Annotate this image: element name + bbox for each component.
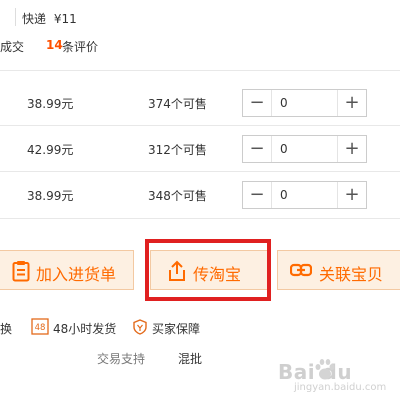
sku-row: 38.99元 348个可售 − + [0,172,400,218]
add-to-purchase-list-button[interactable]: 加入进货单 [0,250,134,290]
48h-shipping-label: 48小时发货 [53,322,117,336]
add-to-purchase-list-label: 加入进货单 [36,265,117,284]
shipping-price: ¥11 [53,12,77,26]
baidu-watermark: Bai du jingyan.baidu.com [258,330,400,400]
sku-stock: 348个可售 [148,189,207,203]
trade-support-value: 混批 [178,352,203,366]
exchange-label: 换 [0,322,13,336]
divider [0,218,400,219]
sku-price: 38.99元 [27,97,74,111]
sku-stock: 312个可售 [148,143,207,157]
clipboard-icon [12,260,30,286]
highlight-box [145,239,271,301]
sku-row: 38.99元 374个可售 − + [0,80,400,126]
link-icon [289,262,313,282]
increment-button[interactable]: + [337,136,366,162]
link-item-label: 关联宝贝 [319,265,384,284]
quantity-stepper: − + [242,89,367,117]
increment-button[interactable]: + [337,90,366,116]
sku-price: 42.99元 [27,143,74,157]
review-label[interactable]: 条评价 [62,38,98,55]
quantity-stepper: − + [242,181,367,209]
quantity-stepper: − + [242,135,367,163]
sku-row: 42.99元 312个可售 − + [0,126,400,172]
48h-shipping-icon: 48 [31,318,49,338]
buyer-protection-label: 买家保障 [152,322,201,336]
deal-stats: 成交 14 条评价 [0,38,98,55]
separator [15,8,16,26]
deal-label: 成交 [0,40,25,54]
sku-stock: 374个可售 [148,97,207,111]
review-count[interactable]: 14 [46,38,63,52]
shipping-info: 快递 ¥11 [22,10,77,27]
trade-support-label: 交易支持 [97,352,146,366]
watermark-url: jingyan.baidu.com [294,382,387,393]
shield-icon [132,319,148,338]
quantity-input[interactable] [272,136,338,162]
quantity-input[interactable] [272,90,338,116]
svg-text:48: 48 [35,323,46,333]
decrement-button[interactable]: − [243,182,272,208]
quantity-input[interactable] [272,182,338,208]
divider [0,70,400,71]
link-item-button[interactable]: 关联宝贝 [277,250,400,290]
increment-button[interactable]: + [337,182,366,208]
sku-price: 38.99元 [27,189,74,203]
decrement-button[interactable]: − [243,90,272,116]
decrement-button[interactable]: − [243,136,272,162]
shipping-label: 快递 [22,12,47,26]
